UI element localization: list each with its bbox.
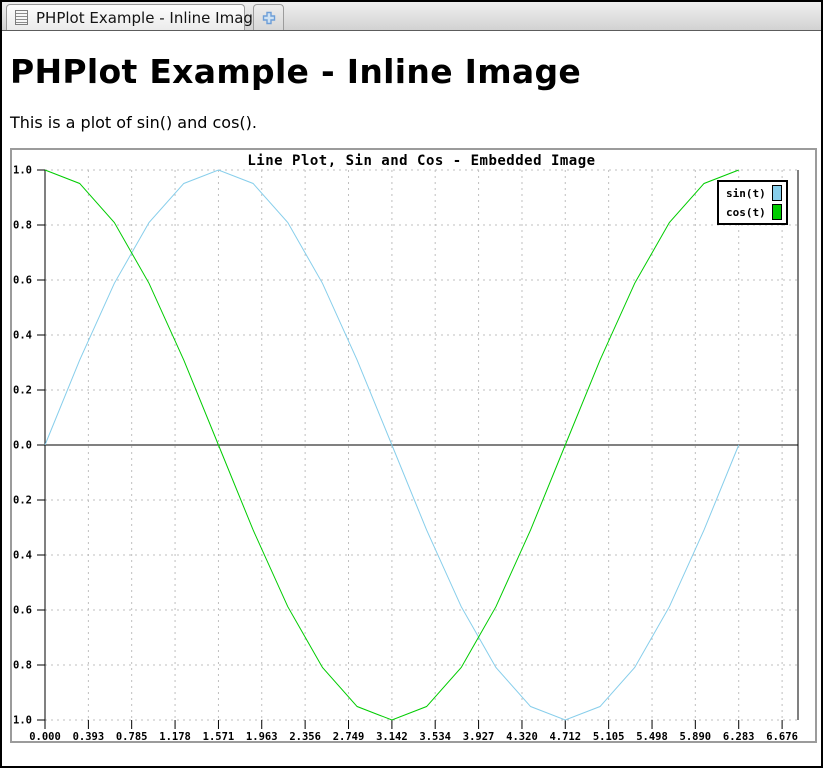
chart-image: 1.0 0.8 0.6 0.4 0.2 0.0 -0.2 -0.4 -0.6 -0.8 -1.0 0.… [10,148,817,743]
legend-swatch-cos [772,204,782,220]
tab-bar: PHPlot Example - Inline Image [2,2,821,31]
svg-text:0.8: 0.8 [13,220,32,232]
svg-text:6.283: 6.283 [723,731,755,741]
svg-text:5.498: 5.498 [636,731,668,741]
svg-text:0.000: 0.000 [29,731,61,741]
legend-swatch-sin [772,185,782,201]
svg-text:5.890: 5.890 [680,731,712,741]
svg-text:5.105: 5.105 [593,731,625,741]
svg-text:4.320: 4.320 [506,731,538,741]
chart-title: Line Plot, Sin and Cos - Embedded Image [45,153,798,169]
svg-text:-0.6: -0.6 [12,605,32,617]
svg-text:2.749: 2.749 [333,731,365,741]
svg-text:0.4: 0.4 [13,330,32,342]
legend-item-cos: cos(t) [726,204,782,220]
plus-icon [261,10,277,26]
page-title: PHPlot Example - Inline Image [10,52,813,91]
svg-text:6.676: 6.676 [766,731,798,741]
tab-title: PHPlot Example - Inline Image [36,9,262,27]
svg-text:2.356: 2.356 [289,731,321,741]
svg-text:3.927: 3.927 [463,731,495,741]
svg-text:4.712: 4.712 [549,731,581,741]
svg-text:0.393: 0.393 [73,731,105,741]
svg-text:-0.4: -0.4 [12,550,32,562]
svg-text:-0.2: -0.2 [12,495,32,507]
svg-text:3.142: 3.142 [376,731,408,741]
legend-label: cos(t) [726,206,766,219]
svg-text:1.178: 1.178 [159,731,191,741]
svg-text:3.534: 3.534 [419,731,451,741]
chart-legend: sin(t) cos(t) [717,180,788,225]
tab-phplot-example[interactable]: PHPlot Example - Inline Image [6,4,245,30]
plot-svg: 1.0 0.8 0.6 0.4 0.2 0.0 -0.2 -0.4 -0.6 -0.8 -1.0 0.… [12,150,815,741]
document-icon [15,10,28,25]
intro-text: This is a plot of sin() and cos(). [10,113,813,132]
svg-text:-0.8: -0.8 [12,660,32,672]
legend-item-sin: sin(t) [726,185,782,201]
svg-text:1.0: 1.0 [13,165,32,177]
svg-text:0.2: 0.2 [13,385,32,397]
svg-text:0.6: 0.6 [13,275,32,287]
svg-text:1.963: 1.963 [246,731,278,741]
svg-text:-1.0: -1.0 [12,715,32,727]
new-tab-button[interactable] [253,4,284,30]
legend-label: sin(t) [726,187,766,200]
svg-text:0.785: 0.785 [116,731,148,741]
svg-text:0.0: 0.0 [13,440,32,452]
svg-text:1.571: 1.571 [203,731,235,741]
page-content: PHPlot Example - Inline Image This is a … [2,52,821,743]
browser-window: PHPlot Example - Inline Image PHPlot Exa… [0,0,823,768]
